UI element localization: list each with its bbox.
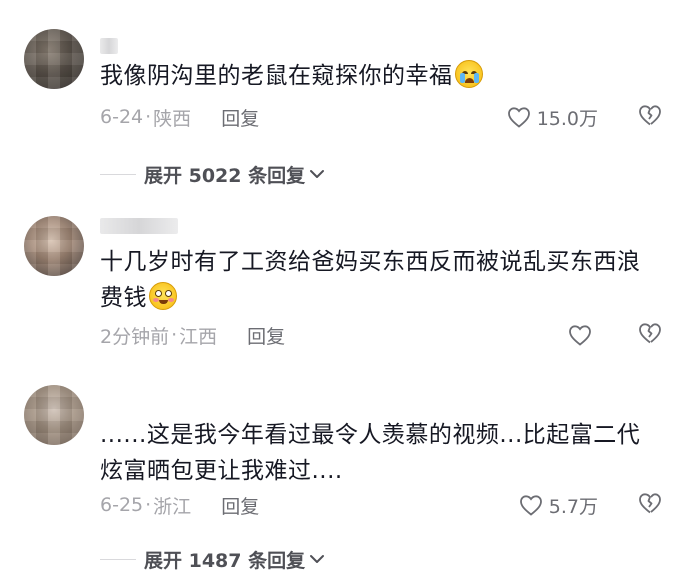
meta-separator: · xyxy=(145,106,152,128)
chevron-down-icon xyxy=(309,548,325,570)
comment-text-line: ......这是我今年看过最令人羡慕的视频...比起富二代 xyxy=(100,422,641,448)
comment-time: 2分钟前 xyxy=(100,325,170,348)
broken-heart-icon xyxy=(638,492,662,518)
comment-item: ......这是我今年看过最令人羡慕的视频...比起富二代 炫富晒包更让我难过.… xyxy=(0,370,690,581)
dislike-button[interactable] xyxy=(638,321,662,349)
reply-button[interactable]: 回复 xyxy=(247,322,285,349)
heart-outline-icon xyxy=(568,324,592,346)
divider-line xyxy=(100,558,136,560)
like-button[interactable]: 15.0万 xyxy=(507,103,598,131)
chevron-down-icon xyxy=(309,163,325,185)
comment-text-line: 十几岁时有了工资给爸妈买东西反而被说乱买东西浪 xyxy=(100,249,641,275)
heart-outline-icon xyxy=(507,106,531,128)
broken-heart-icon xyxy=(638,104,662,130)
broken-heart-icon xyxy=(638,322,662,348)
reply-button[interactable]: 回复 xyxy=(221,492,259,519)
comment-time: 6-24 xyxy=(100,106,144,128)
comment-time: 6-25 xyxy=(100,494,144,516)
expand-replies-button[interactable]: 展开 5022 条回复 xyxy=(100,159,325,189)
username-blurred[interactable] xyxy=(100,38,118,54)
dislike-button[interactable] xyxy=(638,491,662,519)
avatar-blur xyxy=(24,385,84,445)
heart-outline-icon xyxy=(519,494,543,516)
divider-line xyxy=(100,173,136,175)
like-button[interactable] xyxy=(568,321,598,349)
flushed-emoji-icon xyxy=(149,282,177,310)
comment-text: 十几岁时有了工资给爸妈买东西反而被说乱买东西浪 费钱 xyxy=(100,244,660,316)
comment-location: 江西 xyxy=(179,325,218,348)
comment-text: 我像阴沟里的老鼠在窥探你的幸福 xyxy=(100,58,660,94)
comment-meta: 6-24 · 陕西 回复 xyxy=(100,103,259,131)
comment-text-body: 我像阴沟里的老鼠在窥探你的幸福 xyxy=(100,63,453,89)
comment-text: ......这是我今年看过最令人羡慕的视频...比起富二代 炫富晒包更让我难过.… xyxy=(100,417,660,489)
comment-text-line-2: 炫富晒包更让我难过.... xyxy=(100,458,343,484)
like-count: 15.0万 xyxy=(536,107,598,130)
comment-location: 陕西 xyxy=(153,107,192,130)
expand-replies-button[interactable]: 展开 1487 条回复 xyxy=(100,544,325,574)
avatar[interactable] xyxy=(24,29,84,89)
avatar[interactable] xyxy=(24,385,84,445)
dislike-button[interactable] xyxy=(638,103,662,131)
reply-button[interactable]: 回复 xyxy=(221,104,259,131)
like-count: 5.7万 xyxy=(548,495,598,518)
avatar-blur xyxy=(24,29,84,89)
comment-meta: 6-25 · 浙江 回复 xyxy=(100,491,259,519)
comment-item: 我像阴沟里的老鼠在窥探你的幸福 6-24 · 陕西 回复 15.0万 展开 5022… xyxy=(0,0,690,200)
comment-location: 浙江 xyxy=(153,495,192,518)
expand-replies-label: 展开 5022 条回复 xyxy=(144,164,306,187)
meta-separator: · xyxy=(171,324,178,346)
loudly-crying-emoji-icon xyxy=(454,60,483,88)
avatar-blur xyxy=(24,216,84,276)
comment-meta: 2分钟前 · 江西 回复 xyxy=(100,321,285,349)
expand-replies-label: 展开 1487 条回复 xyxy=(144,549,306,572)
avatar[interactable] xyxy=(24,216,84,276)
comment-text-line-2: 费钱 xyxy=(100,280,660,316)
comment-item: 十几岁时有了工资给爸妈买东西反而被说乱买东西浪 费钱 2分钟前 · 江西 回复 xyxy=(0,200,690,370)
comment-text-tail: 费钱 xyxy=(100,285,147,311)
username-blurred[interactable] xyxy=(100,218,178,234)
meta-separator: · xyxy=(145,494,152,516)
like-button[interactable]: 5.7万 xyxy=(519,491,598,519)
